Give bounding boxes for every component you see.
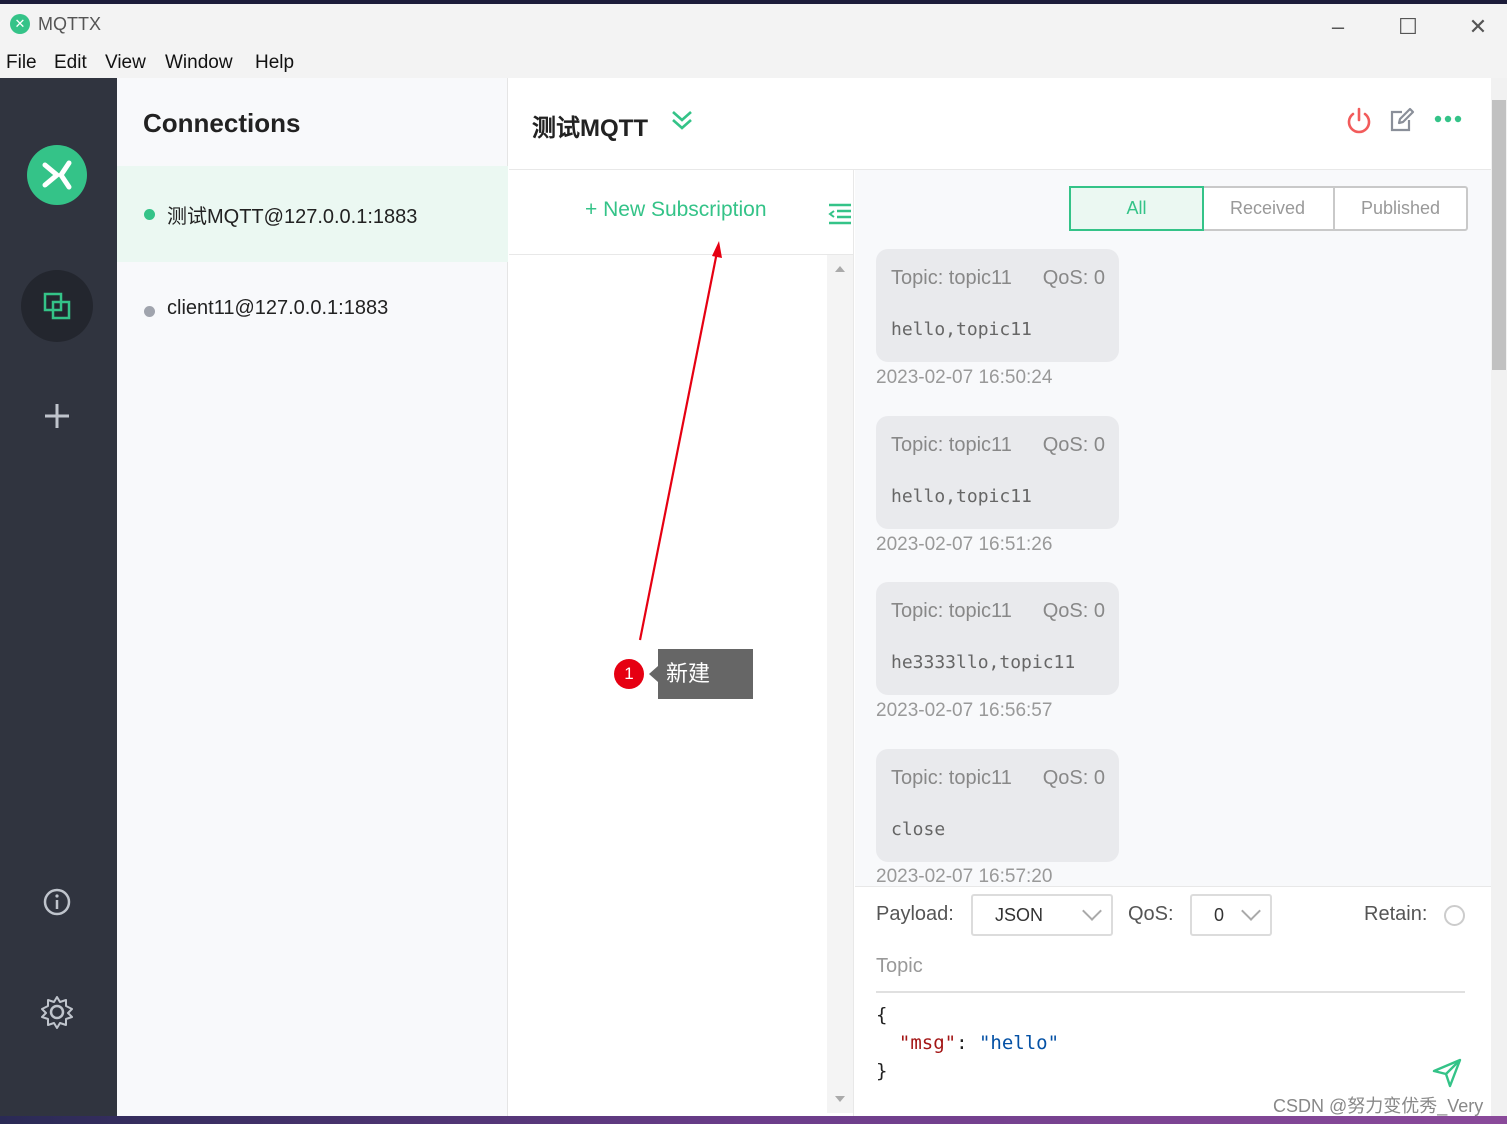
annotation-number-badge: 1: [614, 659, 644, 689]
watermark: CSDN @努力变优秀_Very: [1273, 1096, 1484, 1116]
desktop-strip: [0, 1116, 1507, 1124]
annotation-arrow-icon: [638, 241, 722, 641]
annotation-label: 新建: [649, 649, 753, 699]
